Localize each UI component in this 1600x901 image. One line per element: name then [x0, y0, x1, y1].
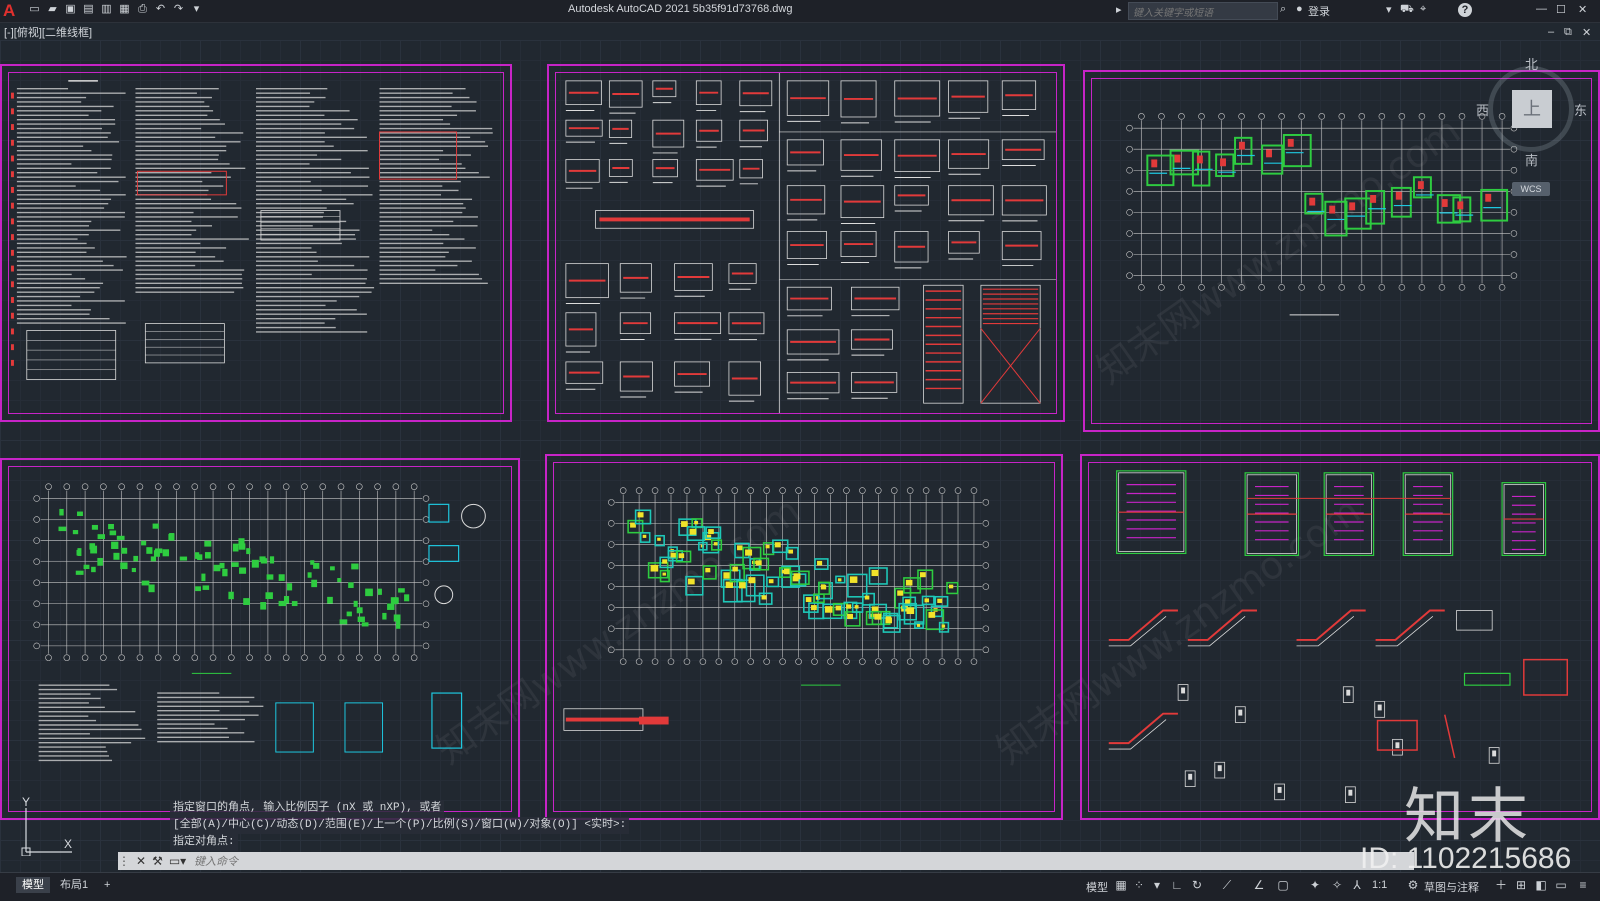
grip-icon[interactable]: ⋮ [118, 852, 130, 870]
ucs-icon: Y X [21, 796, 72, 856]
login-link[interactable]: 登录 [1308, 3, 1330, 19]
command-history: 指定窗口的角点, 输入比例因子 (nX 或 nXP), 或者 [全部(A)/中心… [170, 800, 630, 851]
sheet-frame [8, 466, 512, 812]
search-icon[interactable]: ⌕ [1280, 3, 1286, 16]
svg-text:Y: Y [22, 796, 30, 809]
sheet-details[interactable] [547, 64, 1065, 422]
web-mobile-icon[interactable]: ▥ [100, 3, 113, 16]
save-as-icon[interactable]: ▤ [82, 3, 95, 16]
grid-icon[interactable]: ▦ [1114, 878, 1128, 892]
tab-add[interactable]: + [98, 877, 116, 893]
gear-icon[interactable]: ⚙ [1406, 878, 1420, 892]
wcs-menu[interactable]: WCS [1512, 182, 1550, 196]
maximize-icon[interactable]: ☐ [1556, 3, 1566, 16]
redo-icon[interactable]: ↷ [172, 3, 185, 16]
print-icon[interactable]: ⎙ [136, 3, 149, 16]
compass-south[interactable]: 南 [1525, 150, 1538, 169]
command-input[interactable] [192, 853, 1396, 870]
dropdown-arrow-icon[interactable]: ▾ [1386, 3, 1392, 16]
expand-search-icon[interactable]: ▸ [1116, 3, 1122, 16]
plus-icon[interactable]: ＋ [1494, 878, 1508, 892]
command-line-icons: ⋮ ✕ ⚒ ▭▾ [118, 852, 186, 870]
ortho-icon[interactable]: ∟ [1170, 878, 1184, 892]
status-bar: 模型 布局1 + 模型 ▦ ⁘ ▾ ∟ ↻ ⟋ ∠ ▢ ✦ ✧ ⅄ 1:1 ⚙ … [0, 872, 1600, 901]
annotation-scale[interactable]: 1:1 [1372, 879, 1387, 891]
snap-icon[interactable]: ⁘ [1132, 878, 1146, 892]
units-icon[interactable]: ⊞ [1514, 878, 1528, 892]
sheet-foundation-plan[interactable] [0, 458, 520, 820]
minimize-icon[interactable]: — [1536, 3, 1547, 15]
search-input[interactable] [1129, 6, 1277, 21]
slab-plan-drawing [563, 487, 990, 731]
clean-screen-icon[interactable]: ▭ [1554, 878, 1568, 892]
command-history-line: [全部(A)/中心(C)/动态(D)/范围(E)/上一个(P)/比例(S)/窗口… [170, 817, 630, 834]
command-history-line: 指定窗口的角点, 输入比例因子 (nX 或 nXP), 或者 [170, 800, 445, 817]
quick-access-toolbar: ▭ ▰ ▣ ▤ ▥ ▦ ⎙ ↶ ↷ ▾ [28, 3, 203, 16]
details-drawing [565, 73, 1056, 413]
object-snap-icon[interactable]: ▢ [1276, 878, 1290, 892]
compass-west[interactable]: 西 [1476, 100, 1489, 119]
model-space-toggle[interactable]: 模型 [1086, 879, 1108, 895]
viewport-close-icon[interactable]: ✕ [1582, 26, 1591, 39]
drawing-canvas[interactable]: 知末网www.znzmo.com 知末网www.znzmo.com 知末网www… [0, 40, 1600, 872]
sheet-slab-plan[interactable] [545, 454, 1063, 820]
title-bar: A ▭ ▰ ▣ ▤ ▥ ▦ ⎙ ↶ ↷ ▾ Autodesk AutoCAD 2… [0, 0, 1600, 23]
window-title: Autodesk AutoCAD 2021 5b35f91d73768.dwg [568, 3, 793, 15]
autocad-logo-icon[interactable]: A [3, 1, 15, 21]
sheet-frame [553, 462, 1055, 812]
command-history-line: 指定对角点: [170, 834, 238, 851]
isodraft-icon[interactable]: ⟋ [1220, 878, 1234, 892]
save-icon[interactable]: ▣ [64, 3, 77, 16]
new-file-icon[interactable]: ▭ [28, 3, 41, 16]
polar-tracking-icon[interactable]: ↻ [1190, 878, 1204, 892]
sheet-frame [1088, 462, 1592, 812]
tab-model[interactable]: 模型 [16, 877, 50, 893]
viewport-label[interactable]: [-][俯视][二维线框] [4, 24, 92, 40]
compass-north[interactable]: 北 [1525, 54, 1538, 73]
annotation-visibility-icon[interactable]: ✦ [1308, 878, 1322, 892]
user-icon[interactable]: ● [1296, 3, 1303, 15]
stair-details-drawing [1108, 470, 1569, 803]
recent-commands-icon[interactable]: ▭▾ [169, 852, 186, 870]
sheet-frame [8, 72, 504, 414]
command-line[interactable]: ⋮ ✕ ⚒ ▭▾ [118, 852, 1414, 870]
sheet-design-notes[interactable] [0, 64, 512, 422]
close-command-line-icon[interactable]: ✕ [136, 852, 146, 870]
undo-icon[interactable]: ↶ [154, 3, 167, 16]
dropdown-arrow-icon[interactable]: ▾ [1150, 878, 1164, 892]
plot-preview-icon[interactable]: ▦ [118, 3, 131, 16]
cart-icon[interactable]: ⛟ [1400, 3, 1414, 17]
sheet-stair-details[interactable] [1080, 454, 1600, 820]
open-file-icon[interactable]: ▰ [46, 3, 59, 16]
isolate-objects-icon[interactable]: ◧ [1534, 878, 1548, 892]
customization-menu-icon[interactable]: ≡ [1576, 878, 1590, 892]
design-notes-drawing [10, 80, 493, 380]
viewport-restore-icon[interactable]: ⧉ [1564, 26, 1572, 39]
share-icon[interactable]: ⌖ [1420, 3, 1426, 16]
svg-text:X: X [64, 837, 72, 851]
view-cube[interactable]: 上 北 南 东 西 [1476, 57, 1587, 168]
auto-scale-icon[interactable]: ✧ [1330, 878, 1344, 892]
help-icon[interactable]: ? [1458, 3, 1472, 17]
customize-icon[interactable]: ⚒ [152, 852, 163, 870]
search-box[interactable] [1128, 2, 1278, 21]
customize-toolbar-icon[interactable]: ▾ [190, 3, 203, 16]
close-icon[interactable]: ✕ [1578, 3, 1587, 16]
watermark-id: ID: 1102215686 [1360, 842, 1572, 875]
annotation-scale-icon[interactable]: ⅄ [1350, 878, 1364, 892]
object-snap-tracking-icon[interactable]: ∠ [1252, 878, 1266, 892]
foundation-plan-drawing [33, 483, 486, 762]
tab-layout1[interactable]: 布局1 [54, 877, 94, 893]
compass-east[interactable]: 东 [1574, 100, 1587, 119]
sheet-frame [555, 72, 1057, 414]
workspace-switch[interactable]: 草图与注释 [1424, 879, 1479, 895]
viewport-minimize-icon[interactable]: – [1548, 26, 1554, 38]
view-cube-top-face[interactable]: 上 [1512, 90, 1552, 128]
